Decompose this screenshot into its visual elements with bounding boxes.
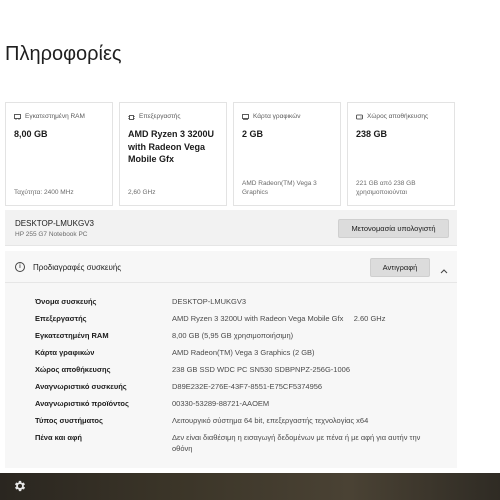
processor-card: Επεξεργαστής AMD Ryzen 3 3200U with Rade…	[119, 102, 227, 206]
chevron-up-icon[interactable]	[439, 262, 449, 274]
device-specifications-header[interactable]: i Προδιαγραφές συσκευής Αντιγραφή	[5, 251, 457, 283]
card-subtext: Ταχύτητα: 2400 MHz	[14, 188, 74, 196]
spec-value: Λειτουργικό σύστημα 64 bit, επεξεργαστής…	[172, 416, 369, 425]
card-label: Επεξεργαστής	[139, 113, 181, 120]
spec-label: Εγκατεστημένη RAM	[35, 331, 109, 340]
processor-icon	[128, 114, 135, 120]
spec-value: DESKTOP-LMUKGV3	[172, 297, 247, 306]
card-value: 8,00 GB	[14, 129, 48, 139]
graphics-card: Κάρτα γραφικών 2 GB AMD Radeon(TM) Vega …	[233, 102, 341, 206]
taskbar	[0, 473, 500, 500]
info-icon: i	[15, 262, 25, 272]
spec-label: Τύπος συστήματος	[35, 416, 103, 425]
device-name: DESKTOP-LMUKGV3	[15, 219, 94, 228]
graphics-card-icon	[242, 113, 249, 120]
rename-pc-button[interactable]: Μετονομασία υπολογιστή	[338, 219, 449, 238]
page-title: Πληροφορίες	[5, 43, 122, 66]
device-name-row: DESKTOP-LMUKGV3 HP 255 G7 Notebook PC Με…	[5, 210, 457, 246]
device-model: HP 255 G7 Notebook PC	[15, 231, 88, 238]
copy-button[interactable]: Αντιγραφή	[370, 258, 430, 277]
card-value: AMD Ryzen 3 3200U with Radeon Vega Mobil…	[128, 129, 215, 164]
spec-label: Αναγνωριστικό συσκευής	[35, 382, 127, 391]
spec-value: D89E232E-276E-43F7-8551-E75CF5374956	[172, 382, 323, 391]
spec-label: Όνομα συσκευής	[35, 297, 97, 306]
spec-label: Επεξεργαστής	[35, 314, 87, 323]
gear-icon[interactable]	[8, 475, 32, 497]
spec-label: Αναγνωριστικό προϊόντος	[35, 399, 129, 408]
card-subtext: AMD Radeon(TM) Vega 3 Graphics	[242, 180, 317, 196]
storage-card: Χώρος αποθήκευσης 238 GB 221 GB από 238 …	[347, 102, 455, 206]
card-value: 238 GB	[356, 129, 388, 139]
ram-card: Εγκατεστημένη RAM 8,00 GB Ταχύτητα: 2400…	[5, 102, 113, 206]
card-subtext: 2,60 GHz	[128, 188, 156, 196]
spec-value: 00330-53289-88721-AAOEM	[172, 399, 270, 408]
spec-value: AMD Ryzen 3 3200U with Radeon Vega Mobil…	[172, 314, 386, 323]
spec-label: Κάρτα γραφικών	[35, 348, 95, 357]
spec-cards: Εγκατεστημένη RAM 8,00 GB Ταχύτητα: 2400…	[5, 102, 457, 208]
section-title: Προδιαγραφές συσκευής	[33, 263, 122, 272]
spec-label: Χώρος αποθήκευσης	[35, 365, 111, 374]
spec-label: Πένα και αφή	[35, 433, 82, 442]
card-label: Χώρος αποθήκευσης	[367, 113, 429, 120]
spec-value: AMD Radeon(TM) Vega 3 Graphics (2 GB)	[172, 348, 315, 357]
spec-value: 8,00 GB (5,95 GB χρησιμοποιήσιμη)	[172, 331, 294, 340]
memory-icon	[14, 113, 21, 120]
card-label: Εγκατεστημένη RAM	[25, 113, 85, 120]
storage-icon	[356, 114, 363, 120]
spec-value: Δεν είναι διαθέσιμη η εισαγωγή δεδομένων…	[172, 433, 421, 453]
card-label: Κάρτα γραφικών	[253, 113, 301, 120]
device-specifications-section: i Προδιαγραφές συσκευής Αντιγραφή Όνομα …	[5, 251, 457, 468]
card-value: 2 GB	[242, 129, 264, 139]
spec-value: 238 GB SSD WDC PC SN530 SDBPNPZ-256G-100…	[172, 365, 350, 374]
card-subtext: 221 GB από 238 GB χρησιμοποιούνται	[356, 180, 416, 196]
